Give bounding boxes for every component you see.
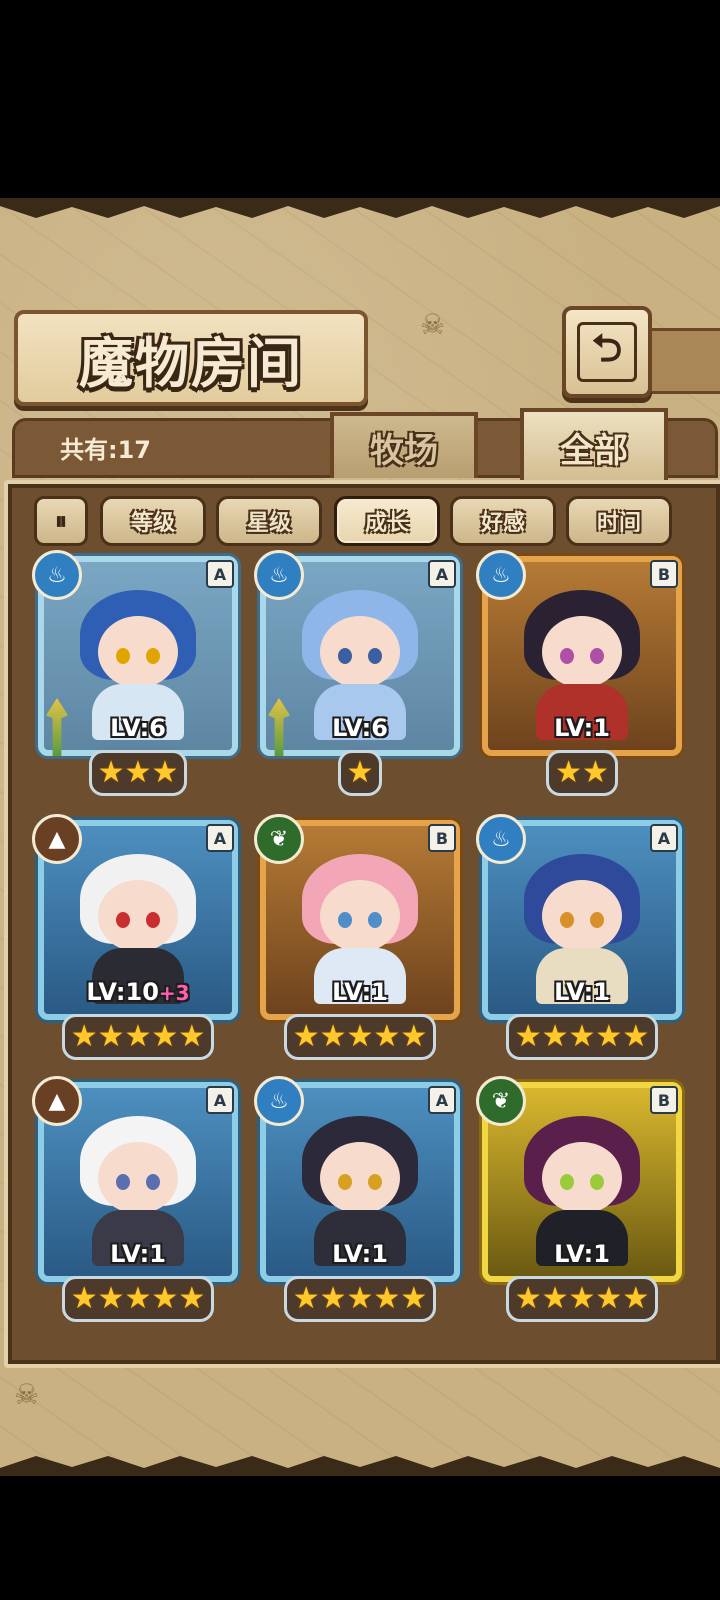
- level-label: LV:1: [260, 1240, 460, 1268]
- star-rating: ★★: [482, 750, 682, 796]
- star-icons: ★★: [546, 750, 618, 796]
- filter-toggle-icon[interactable]: ⏸: [34, 496, 88, 546]
- monster-card[interactable]: ♨ A LV:1 ★★★★★: [476, 814, 682, 1060]
- sort-level-button[interactable]: 等级: [100, 496, 206, 546]
- level-label: LV:1: [482, 978, 682, 1006]
- sort-growth-button[interactable]: 成长: [334, 496, 440, 546]
- level-text: LV:1: [554, 714, 610, 742]
- rank-badge: A: [206, 560, 234, 588]
- monster-card[interactable]: ♨ A LV:1 ★★★★★: [254, 1076, 460, 1322]
- star-rating: ★★★★★: [260, 1014, 460, 1060]
- page-title: 魔物房间: [79, 331, 303, 395]
- leaf-element-icon: ❦: [476, 1076, 526, 1126]
- leaf-element-icon: ❦: [254, 814, 304, 864]
- level-label: LV:1: [260, 978, 460, 1006]
- star-rating: ★★★★★: [482, 1014, 682, 1060]
- star-icons: ★★★★★: [283, 1014, 437, 1060]
- level-label: LV:6: [260, 714, 460, 742]
- tab-all[interactable]: 全部: [520, 408, 668, 482]
- water-element-icon: ♨: [476, 814, 526, 864]
- water-element-icon: ♨: [476, 550, 526, 600]
- title-plaque: 魔物房间: [14, 310, 368, 406]
- torn-edge-top: [0, 198, 720, 218]
- map-skull-icon: ☠: [420, 308, 446, 341]
- back-button[interactable]: ⮌: [562, 306, 652, 398]
- level-bonus: +3: [158, 981, 190, 1005]
- monster-card[interactable]: ❦ B LV:1 ★★★★★: [254, 814, 460, 1060]
- rank-badge: A: [428, 560, 456, 588]
- level-text: LV:1: [110, 1240, 166, 1268]
- level-text: LV:6: [110, 714, 166, 742]
- monster-count: 共有:17: [60, 436, 151, 464]
- back-strip: [644, 328, 720, 394]
- star-icons: ★★★★★: [505, 1276, 659, 1322]
- star-icons: ★: [337, 750, 383, 796]
- water-element-icon: ♨: [32, 550, 82, 600]
- monster-card[interactable]: ♨ A LV:6 ★★★: [32, 550, 238, 796]
- level-text: LV:1: [332, 1240, 388, 1268]
- level-label: LV:6: [38, 714, 238, 742]
- water-element-icon: ♨: [254, 550, 304, 600]
- level-text: LV:10: [86, 978, 159, 1006]
- level-text: LV:1: [554, 1240, 610, 1268]
- earth-element-icon: ▲: [32, 814, 82, 864]
- map-skull-icon: ☠: [14, 1378, 40, 1411]
- star-icons: ★★★: [88, 750, 188, 796]
- star-rating: ★★★★★: [482, 1276, 682, 1322]
- torn-edge-bottom: [0, 1456, 720, 1476]
- star-icons: ★★★★★: [61, 1276, 215, 1322]
- rank-badge: B: [650, 1086, 678, 1114]
- star-rating: ★★★★★: [38, 1014, 238, 1060]
- level-label: LV:1: [38, 1240, 238, 1268]
- star-rating: ★★★★★: [260, 1276, 460, 1322]
- level-label: LV:10+3: [38, 978, 238, 1006]
- rank-badge: B: [650, 560, 678, 588]
- monster-card[interactable]: ❦ B LV:1 ★★★★★: [476, 1076, 682, 1322]
- monster-card[interactable]: ▲ A LV:1 ★★★★★: [32, 1076, 238, 1322]
- level-label: LV:1: [482, 714, 682, 742]
- water-element-icon: ♨: [254, 1076, 304, 1126]
- level-text: LV:1: [332, 978, 388, 1006]
- back-arrow-icon: ⮌: [577, 322, 637, 382]
- rank-badge: A: [428, 1086, 456, 1114]
- level-label: LV:1: [482, 1240, 682, 1268]
- rank-badge: B: [428, 824, 456, 852]
- rank-badge: A: [650, 824, 678, 852]
- sort-affection-button[interactable]: 好感: [450, 496, 556, 546]
- star-icons: ★★★★★: [505, 1014, 659, 1060]
- rank-badge: A: [206, 1086, 234, 1114]
- monster-card[interactable]: ♨ A LV:6 ★: [254, 550, 460, 796]
- monster-room-screen: ☠ ☠ 魔物房间 ⮌ 共有:17 牧场 全部 ⏸ 等级 星级 成长 好感 时间 …: [0, 198, 720, 1476]
- star-rating: ★: [260, 750, 460, 796]
- sort-star-button[interactable]: 星级: [216, 496, 322, 546]
- tab-ranch[interactable]: 牧场: [330, 412, 478, 478]
- earth-element-icon: ▲: [32, 1076, 82, 1126]
- monster-card[interactable]: ♨ B LV:1 ★★: [476, 550, 682, 796]
- monster-card[interactable]: ▲ A LV:10+3 ★★★★★: [32, 814, 238, 1060]
- level-text: LV:6: [332, 714, 388, 742]
- star-rating: ★★★: [38, 750, 238, 796]
- rank-badge: A: [206, 824, 234, 852]
- level-text: LV:1: [554, 978, 610, 1006]
- star-icons: ★★★★★: [283, 1276, 437, 1322]
- sort-time-button[interactable]: 时间: [566, 496, 672, 546]
- star-icons: ★★★★★: [61, 1014, 215, 1060]
- star-rating: ★★★★★: [38, 1276, 238, 1322]
